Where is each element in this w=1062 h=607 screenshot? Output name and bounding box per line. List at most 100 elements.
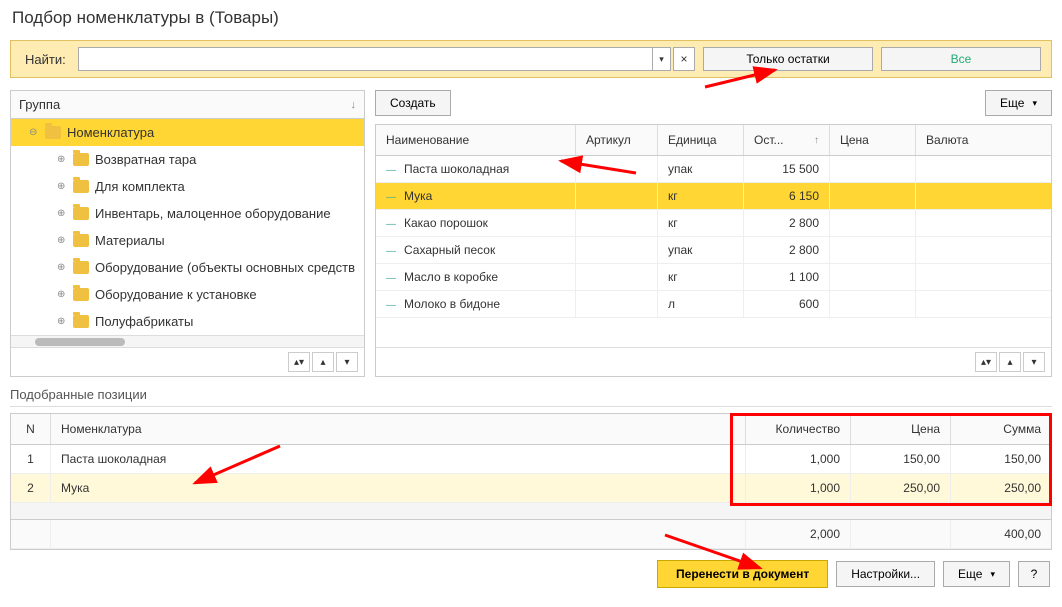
search-input[interactable] <box>78 47 653 71</box>
folder-icon <box>73 153 89 166</box>
tree-item-label: Оборудование (объекты основных средств <box>95 260 355 275</box>
col-header-stock[interactable]: Ост...↑ <box>744 125 830 155</box>
tree-item[interactable]: ⊕Оборудование к установке <box>11 281 364 308</box>
create-button[interactable]: Создать <box>375 90 451 116</box>
col-header-curr[interactable]: Валюта <box>916 125 1051 155</box>
col-header-unit[interactable]: Единица <box>658 125 744 155</box>
picked-row[interactable]: 2 Мука 1,000 250,00 250,00 <box>11 474 1051 503</box>
tree-expand-icon[interactable]: ⊕ <box>57 316 67 327</box>
tree-expand-icon[interactable]: ⊕ <box>57 208 67 219</box>
tree-root-item[interactable]: ⊖ Номенклатура <box>11 119 364 146</box>
footer-more-button[interactable]: Еще <box>943 561 1010 587</box>
filter-all-button[interactable]: Все <box>881 47 1041 71</box>
more-button[interactable]: Еще <box>985 90 1052 116</box>
tree-expand-icon[interactable]: ⊕ <box>57 262 67 273</box>
grid-pane: Создать Еще Наименование Артикул Единица… <box>375 90 1052 377</box>
tree-item[interactable]: ⊕ Для комплекта <box>11 173 364 200</box>
cell-price <box>830 210 916 236</box>
folder-icon <box>73 261 89 274</box>
help-button[interactable]: ? <box>1018 561 1050 587</box>
tree-header-label: Группа <box>19 97 60 112</box>
tree-expand-icon[interactable]: ⊕ <box>57 235 67 246</box>
filter-stock-only-button[interactable]: Только остатки <box>703 47 873 71</box>
grid-header: Наименование Артикул Единица Ост...↑ Цен… <box>376 125 1051 156</box>
col-header-qty[interactable]: Количество <box>746 414 851 444</box>
col-header-price[interactable]: Цена <box>830 125 916 155</box>
col-header-n[interactable]: N <box>11 414 51 444</box>
cell-art <box>576 183 658 209</box>
nav-up-button[interactable]: ▴ <box>312 352 334 372</box>
scroll-thumb[interactable] <box>35 338 125 346</box>
tree-item-label: Инвентарь, малоценное оборудование <box>95 206 331 221</box>
nav-up-button[interactable]: ▴ <box>999 352 1021 372</box>
sort-asc-icon: ↑ <box>814 135 819 146</box>
cell-curr <box>916 156 1051 182</box>
footer-toolbar: Перенести в документ Настройки... Еще ? <box>0 550 1062 598</box>
tree-item[interactable]: ⊕Полуфабрикаты <box>11 308 364 335</box>
main-panes: Группа ↓ ⊖ Номенклатура ⊕Возвратная тара… <box>0 82 1062 377</box>
cell-price: 250,00 <box>851 474 951 502</box>
cell-stock: 15 500 <box>744 156 830 182</box>
cell-art <box>576 210 658 236</box>
cell-blank <box>851 520 951 548</box>
transfer-button[interactable]: Перенести в документ <box>657 560 828 588</box>
cell-stock: 6 150 <box>744 183 830 209</box>
settings-button[interactable]: Настройки... <box>836 561 935 587</box>
grid-nav: ▴▾ ▴ ▾ <box>376 347 1051 376</box>
sort-indicator-icon: ↓ <box>351 99 357 111</box>
picked-row[interactable]: 1 Паста шоколадная 1,000 150,00 150,00 <box>11 445 1051 474</box>
cell-unit: кг <box>658 210 744 236</box>
cell-curr <box>916 183 1051 209</box>
item-marker-icon: — <box>386 192 396 203</box>
cell-name: Паста шоколадная <box>51 445 746 473</box>
cell-price <box>830 156 916 182</box>
tree-h-scroll[interactable] <box>11 335 364 347</box>
tree-collapse-icon[interactable]: ⊖ <box>29 127 39 138</box>
cell-unit: упак <box>658 237 744 263</box>
search-clear-button[interactable]: × <box>673 47 695 71</box>
grid-row[interactable]: —Паста шоколадная упак 15 500 <box>376 156 1051 183</box>
cell-unit: упак <box>658 156 744 182</box>
grid-row[interactable]: —Масло в коробке кг 1 100 <box>376 264 1051 291</box>
tree-expand-icon[interactable]: ⊕ <box>57 181 67 192</box>
cell-n: 1 <box>11 445 51 473</box>
tree-item[interactable]: ⊕ Оборудование (объекты основных средств <box>11 254 364 281</box>
nav-first-button[interactable]: ▴▾ <box>288 352 310 372</box>
cell-name: Молоко в бидоне <box>404 297 500 311</box>
tree-expand-icon[interactable]: ⊕ <box>57 289 67 300</box>
cell-name: Мука <box>51 474 746 502</box>
tree-item[interactable]: ⊕ Инвентарь, малоценное оборудование <box>11 200 364 227</box>
col-header-name[interactable]: Наименование <box>376 125 576 155</box>
col-header-art[interactable]: Артикул <box>576 125 658 155</box>
cell-unit: кг <box>658 183 744 209</box>
grid-toolbar: Создать Еще <box>375 90 1052 116</box>
nav-down-button[interactable]: ▾ <box>1023 352 1045 372</box>
col-header-name[interactable]: Номенклатура <box>51 414 746 444</box>
grid-row[interactable]: —Мука кг 6 150 <box>376 183 1051 210</box>
nav-first-button[interactable]: ▴▾ <box>975 352 997 372</box>
cell-name: Сахарный песок <box>404 243 495 257</box>
cell-qty: 1,000 <box>746 445 851 473</box>
grid-row[interactable]: —Сахарный песок упак 2 800 <box>376 237 1051 264</box>
tree-expand-icon[interactable]: ⊕ <box>57 154 67 165</box>
tree-item-label: Для комплекта <box>95 179 185 194</box>
nav-down-button[interactable]: ▾ <box>336 352 358 372</box>
cell-unit: кг <box>658 264 744 290</box>
tree-item[interactable]: ⊕Материалы <box>11 227 364 254</box>
grid-row[interactable]: —Какао порошок кг 2 800 <box>376 210 1051 237</box>
tree-header[interactable]: Группа ↓ <box>11 91 364 119</box>
cell-price <box>830 237 916 263</box>
cell-art <box>576 237 658 263</box>
window-title: Подбор номенклатуры в (Товары) <box>0 0 1062 36</box>
total-sum: 400,00 <box>951 520 1051 548</box>
col-header-price[interactable]: Цена <box>851 414 951 444</box>
col-header-sum[interactable]: Сумма <box>951 414 1051 444</box>
grid-row[interactable]: —Молоко в бидоне л 600 <box>376 291 1051 318</box>
cell-sum: 250,00 <box>951 474 1051 502</box>
search-label: Найти: <box>21 52 70 67</box>
tree-item[interactable]: ⊕Возвратная тара <box>11 146 364 173</box>
cell-blank <box>11 520 51 548</box>
cell-unit: л <box>658 291 744 317</box>
cell-curr <box>916 210 1051 236</box>
search-dropdown-icon[interactable]: ▾ <box>653 47 671 71</box>
